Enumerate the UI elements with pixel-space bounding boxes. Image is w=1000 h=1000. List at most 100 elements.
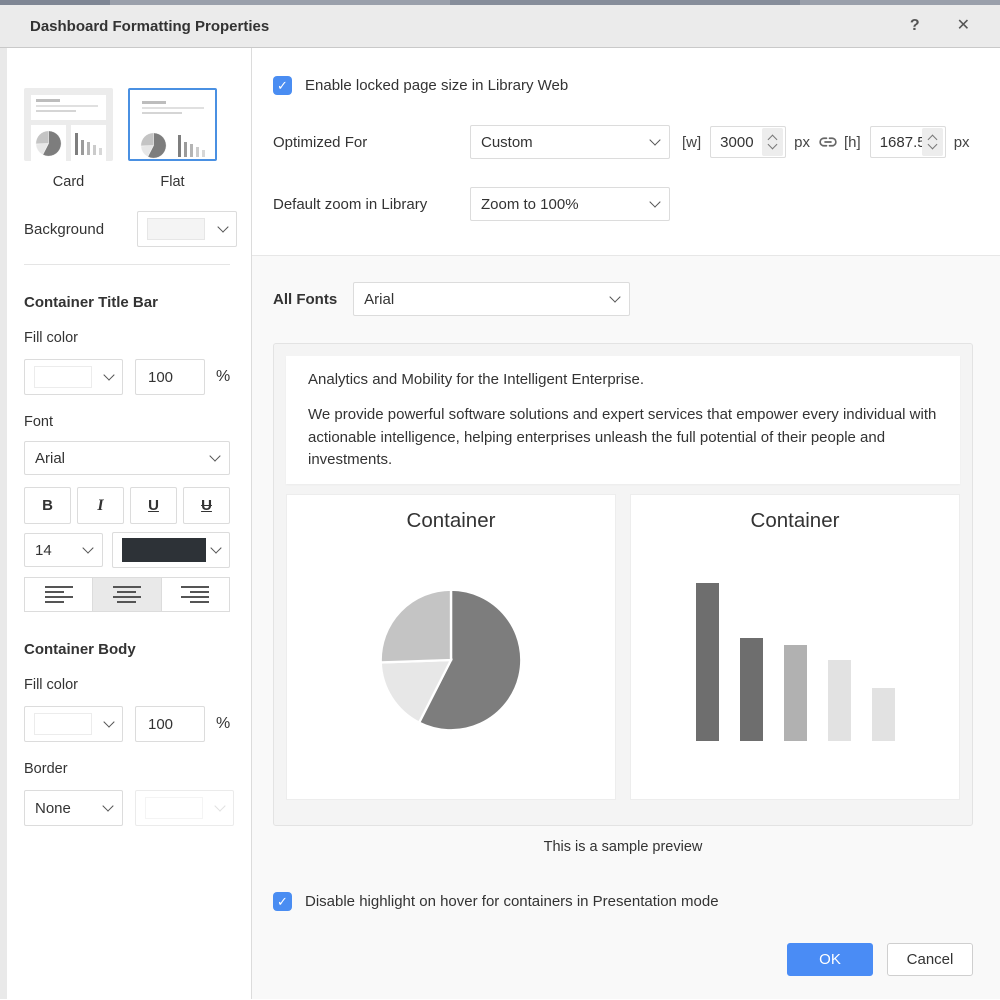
chevron-down-icon (649, 134, 660, 145)
close-icon[interactable]: ✕ (957, 18, 970, 34)
chevron-down-icon (610, 291, 621, 302)
background-label: Background (24, 221, 104, 238)
pie-chart (376, 585, 526, 735)
bar-chart (631, 583, 959, 741)
preview-container-pie: Container (286, 494, 616, 800)
body-fill-opacity-input[interactable] (135, 706, 205, 742)
all-fonts-select[interactable]: Arial (353, 282, 630, 316)
cancel-button[interactable]: Cancel (887, 943, 973, 976)
mini-bars-icon (75, 131, 102, 155)
width-input[interactable] (720, 134, 762, 151)
align-center-button[interactable] (92, 577, 161, 612)
px-label: px (954, 134, 970, 151)
format-sidebar: Card Flat Background Container Title Bar… (7, 48, 252, 999)
spinner-arrows-icon[interactable] (762, 128, 783, 156)
height-input[interactable] (880, 134, 922, 151)
disable-highlight-label: Disable highlight on hover for container… (305, 893, 719, 910)
style-label-card: Card (24, 174, 113, 190)
chevron-down-icon (103, 716, 114, 727)
body-fill-color-select[interactable] (24, 706, 123, 742)
percent-label: % (216, 368, 230, 386)
titlebar-font-select[interactable]: Arial (24, 441, 230, 475)
all-fonts-value: Arial (364, 291, 394, 308)
border-label: Border (24, 761, 237, 777)
thumb-header-lines (31, 95, 106, 120)
optimized-for-label: Optimized For (273, 134, 470, 151)
chevron-down-icon (102, 800, 113, 811)
mini-pie-icon (140, 132, 167, 159)
border-color-select (135, 790, 234, 826)
align-left-icon (45, 586, 73, 603)
chevron-down-icon (649, 196, 660, 207)
container-title: Container (631, 509, 959, 533)
link-icon[interactable] (819, 133, 837, 151)
px-label: px (794, 134, 810, 151)
optimized-for-select[interactable]: Custom (470, 125, 670, 159)
align-right-icon (181, 586, 209, 603)
container-body-heading: Container Body (24, 641, 237, 658)
fill-color-label: Fill color (24, 677, 237, 693)
bold-button[interactable]: B (24, 487, 71, 524)
locked-page-label: Enable locked page size in Library Web (305, 77, 568, 94)
body-fill-color-swatch (34, 713, 92, 735)
fill-color-label: Fill color (24, 330, 237, 346)
border-color-swatch (145, 797, 203, 819)
sidebar-divider (24, 264, 230, 265)
chevron-down-icon (103, 369, 114, 380)
optimized-for-value: Custom (481, 134, 533, 151)
align-center-icon (113, 586, 141, 603)
ok-button[interactable]: OK (787, 943, 873, 976)
height-spinner[interactable] (870, 126, 946, 158)
border-style-value: None (35, 800, 71, 817)
default-zoom-value: Zoom to 100% (481, 196, 579, 213)
page-size-section: Enable locked page size in Library Web O… (252, 48, 1000, 255)
underline-button[interactable]: U (130, 487, 177, 524)
sample-preview: Analytics and Mobility for the Intellige… (273, 343, 973, 826)
font-size-select[interactable]: 14 (24, 533, 103, 567)
chevron-down-icon (210, 542, 221, 553)
height-bracket-label: [h] (844, 134, 861, 151)
preview-body-text: We provide powerful software solutions a… (308, 404, 938, 472)
fonts-preview-section: All Fonts Arial Analytics and Mobility f… (252, 255, 1000, 999)
dialog-title: Dashboard Formatting Properties (30, 18, 269, 35)
titlebar-fill-opacity-input[interactable] (135, 359, 205, 395)
chevron-down-icon (217, 221, 228, 232)
percent-label: % (216, 715, 230, 733)
italic-button[interactable]: I (77, 487, 124, 524)
container-title-bar-heading: Container Title Bar (24, 294, 237, 311)
style-option-flat[interactable] (128, 88, 217, 161)
all-fonts-label: All Fonts (273, 291, 337, 308)
preview-text-card: Analytics and Mobility for the Intellige… (286, 356, 960, 484)
width-bracket-label: [w] (682, 134, 701, 151)
style-label-flat: Flat (128, 174, 217, 190)
locked-page-checkbox[interactable] (273, 76, 292, 95)
default-zoom-label: Default zoom in Library (273, 196, 470, 213)
thumb-header-lines (137, 97, 208, 122)
titlebar-fill-color-swatch (34, 366, 92, 388)
strikethrough-button[interactable]: U (183, 487, 230, 524)
width-spinner[interactable] (710, 126, 786, 158)
background-color-swatch (147, 218, 205, 240)
font-color-select[interactable] (112, 532, 230, 568)
dialog-left-edge (0, 48, 7, 999)
preview-intro-line: Analytics and Mobility for the Intellige… (308, 371, 938, 388)
default-zoom-select[interactable]: Zoom to 100% (470, 187, 670, 221)
align-right-button[interactable] (161, 577, 230, 612)
font-size-value: 14 (35, 542, 52, 559)
container-title: Container (287, 509, 615, 533)
style-option-card[interactable] (24, 88, 113, 161)
help-icon[interactable]: ? (910, 18, 920, 34)
align-left-button[interactable] (24, 577, 93, 612)
chevron-down-icon (82, 542, 93, 553)
background-color-select[interactable] (137, 211, 237, 247)
border-style-select[interactable]: None (24, 790, 123, 826)
titlebar-fill-color-select[interactable] (24, 359, 123, 395)
titlebar-font-value: Arial (35, 450, 65, 467)
spinner-arrows-icon[interactable] (922, 128, 943, 156)
font-color-swatch (122, 538, 206, 562)
preview-caption: This is a sample preview (273, 839, 973, 855)
disable-highlight-checkbox[interactable] (273, 892, 292, 911)
preview-container-bars: Container (630, 494, 960, 800)
dialog-title-bar: Dashboard Formatting Properties ? ✕ (0, 5, 1000, 48)
mini-bars-icon (178, 133, 205, 157)
